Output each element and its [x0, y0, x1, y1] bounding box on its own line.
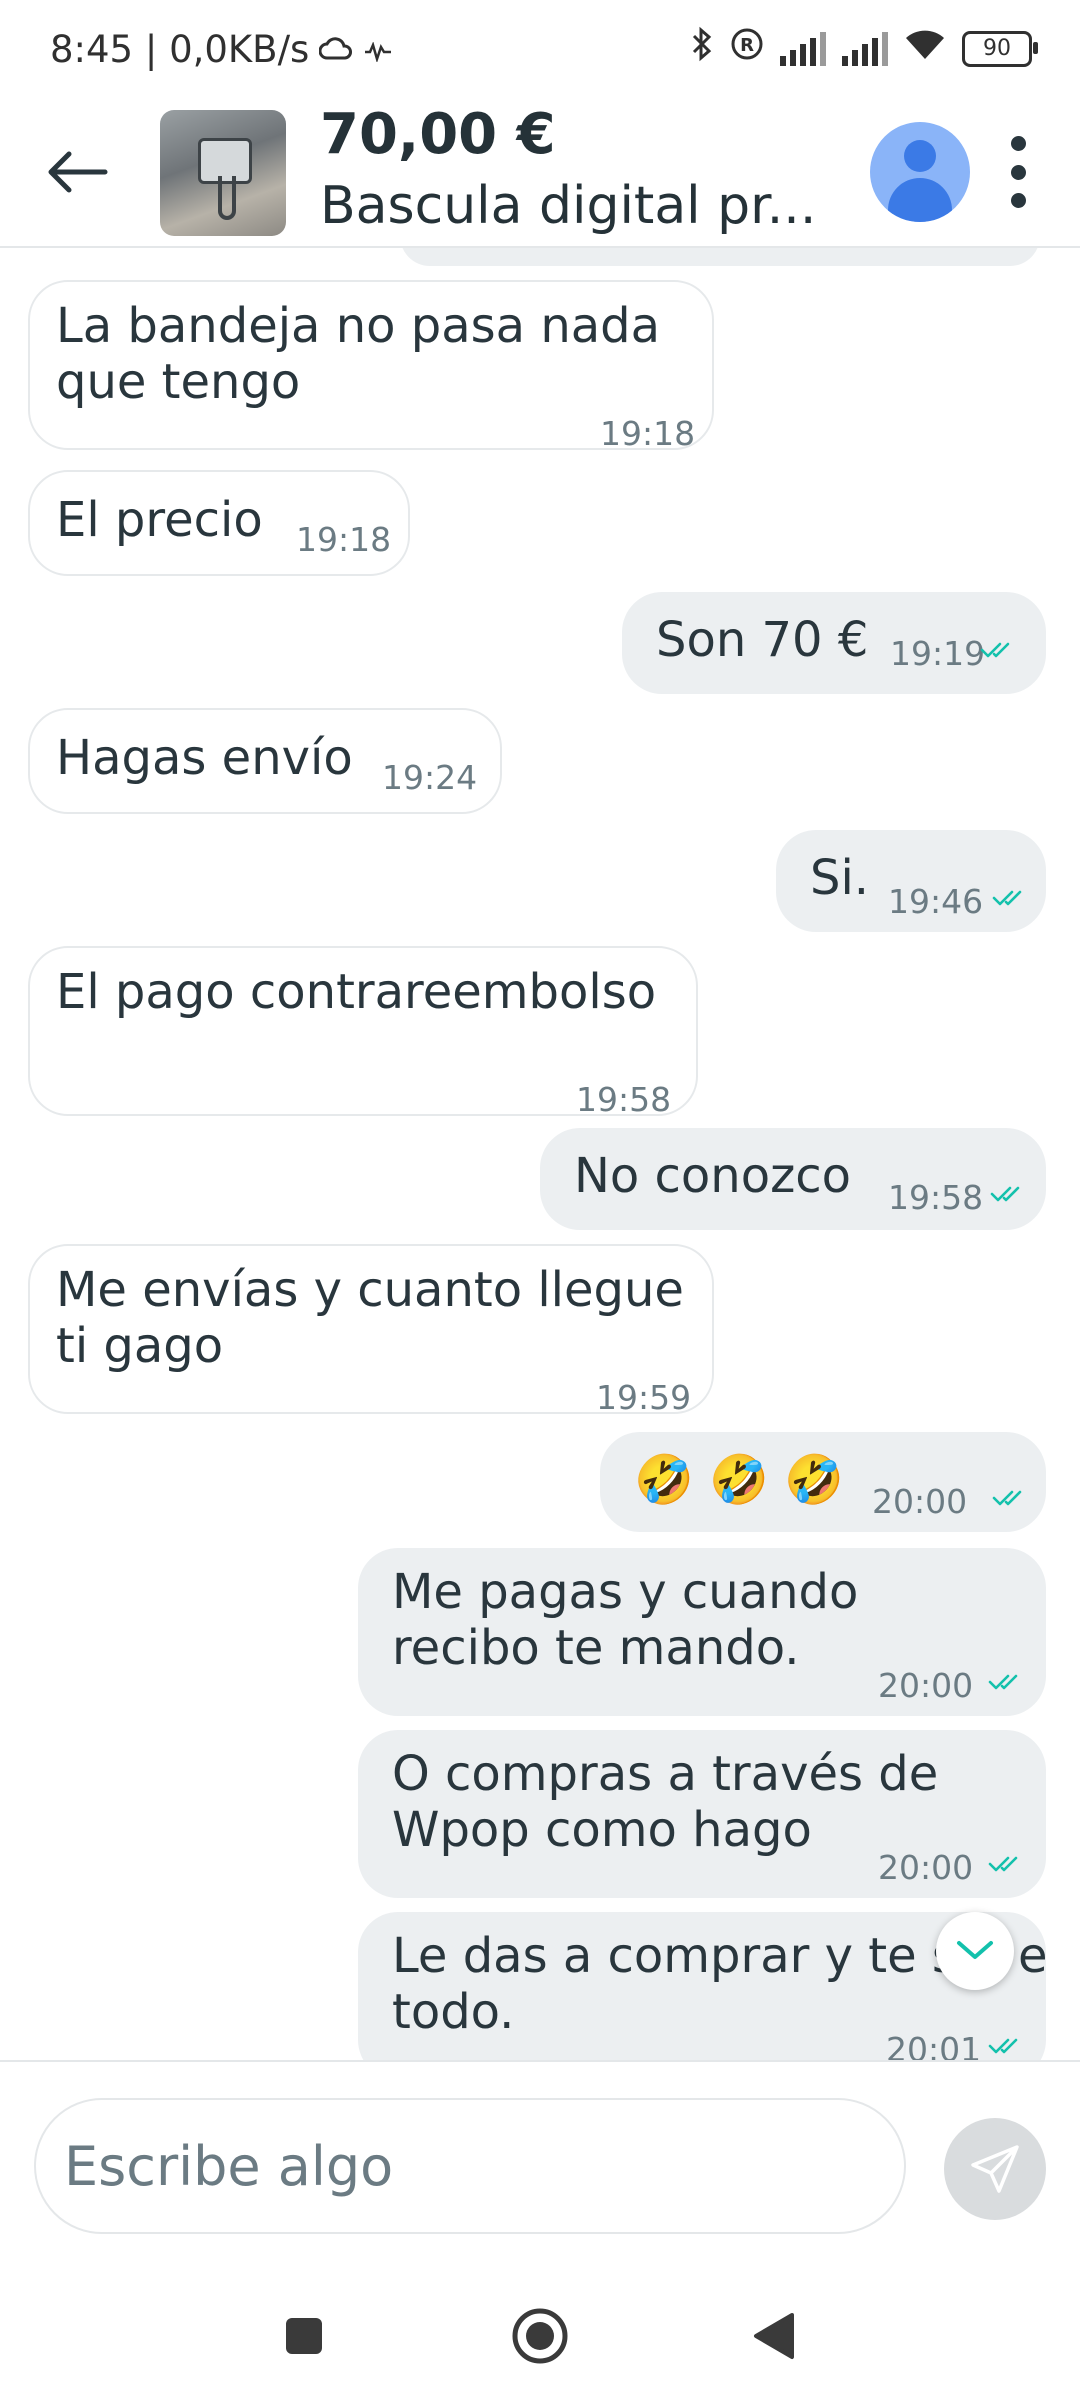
- double-check-icon: [988, 1856, 1018, 1872]
- signal-icon-2: [842, 31, 888, 66]
- status-time-speed: 8:45 | 0,0KB/s: [50, 28, 310, 71]
- message-text: La bandeja no pasa nada que tengo: [56, 298, 661, 410]
- message-time: 20:01: [886, 2030, 982, 2060]
- square-icon: [286, 2318, 322, 2354]
- triangle-back-icon: [754, 2313, 794, 2359]
- chat-header: 70,00 € Bascula digital pr...: [0, 100, 1080, 248]
- status-left: 8:45 | 0,0KB/s: [50, 28, 393, 71]
- message-text: Hagas envío: [56, 730, 353, 786]
- message-time: 19:46: [888, 882, 984, 921]
- message-text: 🤣 🤣 🤣: [634, 1452, 844, 1508]
- status-right: R 90: [690, 26, 1038, 71]
- received-message[interactable]: El pago contrareembolso 19:58: [28, 946, 698, 1119]
- sent-message[interactable]: Me pagas y cuando recibo te mando. 20:00: [358, 1548, 1046, 1716]
- double-check-icon: [990, 1186, 1020, 1202]
- avatar-head: [904, 140, 936, 172]
- back-button[interactable]: [42, 142, 112, 202]
- message-text: Me pagas y cuando recibo te mando.: [392, 1564, 859, 1676]
- message-time: 19:59: [596, 1378, 692, 1417]
- message-text: Si.: [810, 850, 870, 906]
- back-nav-button[interactable]: [734, 2296, 814, 2376]
- sent-message[interactable]: Son 70 € 19:19: [622, 592, 1046, 694]
- status-bar: 8:45 | 0,0KB/s R 90: [0, 0, 1080, 100]
- message-time: 19:58: [576, 1080, 672, 1119]
- wifi-icon: [904, 27, 946, 70]
- more-vert-dot: [1010, 164, 1026, 180]
- chevron-down-icon: [957, 1941, 993, 1959]
- received-message[interactable]: El precio 19:18: [28, 470, 410, 576]
- message-time: 20:00: [878, 1848, 974, 1887]
- message-text: O compras a través de Wpop como hago: [392, 1746, 939, 1858]
- received-message[interactable]: Hagas envío 19:24: [28, 708, 502, 814]
- send-icon: [971, 2145, 1019, 2193]
- message-text: No conozco: [574, 1148, 852, 1204]
- registered-icon: R: [730, 27, 764, 70]
- received-message[interactable]: Me envías y cuanto llegue ti gago 19:59: [28, 1244, 714, 1417]
- message-text: El precio: [56, 492, 263, 548]
- message-text: El pago contrareembolso: [56, 964, 657, 1020]
- recent-apps-button[interactable]: [264, 2296, 344, 2376]
- message-time: 19:58: [888, 1178, 984, 1217]
- product-title[interactable]: Bascula digital pr...: [320, 176, 816, 236]
- sent-message[interactable]: Si. 19:46: [776, 830, 1046, 932]
- previous-message-edge: [400, 246, 1040, 266]
- battery-icon: 90: [962, 30, 1038, 67]
- product-thumbnail[interactable]: [160, 110, 286, 236]
- double-check-icon: [988, 2038, 1018, 2054]
- bluetooth-icon: [690, 26, 714, 71]
- sent-message[interactable]: No conozco 19:58: [540, 1128, 1046, 1230]
- back-arrow-icon: [48, 151, 108, 193]
- signal-icon-1: [780, 31, 826, 66]
- scale-image-hook: [218, 176, 236, 220]
- message-time: 20:00: [872, 1482, 968, 1521]
- more-options-button[interactable]: [996, 130, 1040, 214]
- message-time: 19:18: [600, 414, 696, 453]
- message-text: Me envías y cuanto llegue ti gago: [56, 1262, 684, 1374]
- system-nav-bar: [0, 2260, 1080, 2400]
- user-avatar[interactable]: [870, 122, 970, 222]
- product-price: 70,00 €: [320, 102, 556, 167]
- message-list[interactable]: La bandeja no pasa nada que tengo 19:18 El…: [0, 246, 1080, 2060]
- more-vert-dot: [1010, 193, 1026, 208]
- home-circle-icon: [512, 2308, 568, 2364]
- sent-message[interactable]: O compras a través de Wpop como hago 20:0…: [358, 1730, 1046, 1898]
- double-check-icon: [980, 642, 1010, 658]
- home-button[interactable]: [500, 2296, 580, 2376]
- svg-text:R: R: [740, 35, 754, 56]
- compose-bar: [0, 2060, 1080, 2262]
- activity-icon: [363, 28, 393, 71]
- cloud-icon: [318, 28, 353, 71]
- scroll-down-button[interactable]: [936, 1912, 1014, 1990]
- message-time: 19:24: [382, 758, 478, 797]
- message-time: 19:19: [890, 634, 986, 673]
- double-check-icon: [992, 890, 1022, 906]
- send-button[interactable]: [944, 2118, 1046, 2220]
- avatar-body: [888, 178, 952, 222]
- message-time: 20:00: [878, 1666, 974, 1705]
- received-message[interactable]: La bandeja no pasa nada que tengo 19:18: [28, 280, 714, 453]
- double-check-icon: [992, 1490, 1022, 1506]
- double-check-icon: [988, 1674, 1018, 1690]
- more-vert-icon: [1010, 136, 1026, 151]
- message-input[interactable]: [34, 2098, 906, 2234]
- message-time: 19:18: [296, 520, 392, 559]
- sent-message[interactable]: 🤣 🤣 🤣 20:00: [600, 1432, 1046, 1532]
- message-text: Son 70 €: [656, 612, 869, 668]
